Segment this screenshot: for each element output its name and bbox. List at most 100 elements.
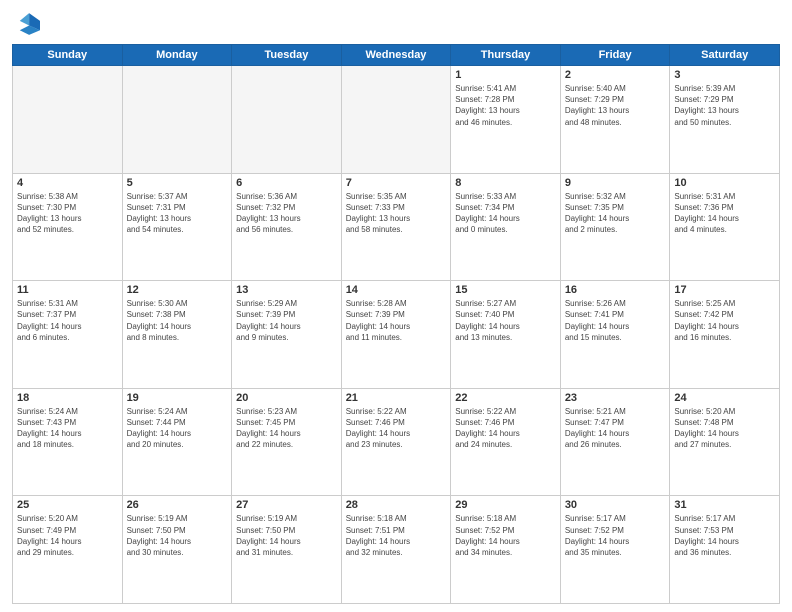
day-number: 18 [17,392,118,404]
day-info: Sunrise: 5:33 AM Sunset: 7:34 PM Dayligh… [455,191,556,236]
day-number: 20 [236,392,337,404]
day-info: Sunrise: 5:36 AM Sunset: 7:32 PM Dayligh… [236,191,337,236]
day-info: Sunrise: 5:35 AM Sunset: 7:33 PM Dayligh… [346,191,447,236]
day-number: 17 [674,284,775,296]
day-number: 1 [455,69,556,81]
day-info: Sunrise: 5:20 AM Sunset: 7:49 PM Dayligh… [17,513,118,558]
day-number: 11 [17,284,118,296]
day-info: Sunrise: 5:22 AM Sunset: 7:46 PM Dayligh… [346,406,447,451]
calendar-cell: 1 Sunrise: 5:41 AM Sunset: 7:28 PM Daylig… [451,66,561,174]
calendar-cell: 28 Sunrise: 5:18 AM Sunset: 7:51 PM Dayli… [341,496,451,604]
day-header-thursday: Thursday [451,45,561,66]
calendar-cell: 7 Sunrise: 5:35 AM Sunset: 7:33 PM Daylig… [341,173,451,281]
day-number: 7 [346,177,447,189]
calendar-cell: 21 Sunrise: 5:22 AM Sunset: 7:46 PM Dayli… [341,388,451,496]
calendar-week-4: 25 Sunrise: 5:20 AM Sunset: 7:49 PM Dayli… [13,496,780,604]
day-number: 26 [127,499,228,511]
calendar-cell: 24 Sunrise: 5:20 AM Sunset: 7:48 PM Dayli… [670,388,780,496]
logo-icon [12,10,40,38]
day-number: 28 [346,499,447,511]
calendar-cell: 11 Sunrise: 5:31 AM Sunset: 7:37 PM Dayli… [13,281,123,389]
day-info: Sunrise: 5:20 AM Sunset: 7:48 PM Dayligh… [674,406,775,451]
calendar-cell: 17 Sunrise: 5:25 AM Sunset: 7:42 PM Dayli… [670,281,780,389]
day-number: 8 [455,177,556,189]
calendar-cell: 19 Sunrise: 5:24 AM Sunset: 7:44 PM Dayli… [122,388,232,496]
header [12,10,780,38]
calendar-cell: 30 Sunrise: 5:17 AM Sunset: 7:52 PM Dayli… [560,496,670,604]
day-number: 13 [236,284,337,296]
day-info: Sunrise: 5:28 AM Sunset: 7:39 PM Dayligh… [346,298,447,343]
day-info: Sunrise: 5:22 AM Sunset: 7:46 PM Dayligh… [455,406,556,451]
page: SundayMondayTuesdayWednesdayThursdayFrid… [0,0,792,612]
day-number: 14 [346,284,447,296]
calendar-cell: 18Sunrise: 5:24 AM Sunset: 7:43 PM Dayli… [13,388,123,496]
day-header-friday: Friday [560,45,670,66]
calendar-cell [232,66,342,174]
calendar-cell: 26Sunrise: 5:19 AM Sunset: 7:50 PM Dayli… [122,496,232,604]
calendar-cell: 13Sunrise: 5:29 AM Sunset: 7:39 PM Dayli… [232,281,342,389]
calendar-cell: 9 Sunrise: 5:32 AM Sunset: 7:35 PM Daylig… [560,173,670,281]
calendar-cell: 27 Sunrise: 5:19 AM Sunset: 7:50 PM Dayli… [232,496,342,604]
day-info: Sunrise: 5:32 AM Sunset: 7:35 PM Dayligh… [565,191,666,236]
calendar-cell: 10Sunrise: 5:31 AM Sunset: 7:36 PM Dayli… [670,173,780,281]
calendar-cell [341,66,451,174]
calendar-week-1: 4 Sunrise: 5:38 AM Sunset: 7:30 PM Daylig… [13,173,780,281]
day-info: Sunrise: 5:38 AM Sunset: 7:30 PM Dayligh… [17,191,118,236]
day-info: Sunrise: 5:18 AM Sunset: 7:52 PM Dayligh… [455,513,556,558]
day-info: Sunrise: 5:37 AM Sunset: 7:31 PM Dayligh… [127,191,228,236]
calendar-week-3: 18Sunrise: 5:24 AM Sunset: 7:43 PM Dayli… [13,388,780,496]
day-info: Sunrise: 5:19 AM Sunset: 7:50 PM Dayligh… [236,513,337,558]
day-number: 2 [565,69,666,81]
day-info: Sunrise: 5:23 AM Sunset: 7:45 PM Dayligh… [236,406,337,451]
day-header-saturday: Saturday [670,45,780,66]
day-number: 15 [455,284,556,296]
day-number: 24 [674,392,775,404]
day-info: Sunrise: 5:30 AM Sunset: 7:38 PM Dayligh… [127,298,228,343]
day-number: 6 [236,177,337,189]
day-number: 27 [236,499,337,511]
day-number: 21 [346,392,447,404]
day-info: Sunrise: 5:18 AM Sunset: 7:51 PM Dayligh… [346,513,447,558]
day-number: 12 [127,284,228,296]
day-number: 30 [565,499,666,511]
day-number: 3 [674,69,775,81]
calendar-cell [122,66,232,174]
calendar-cell: 4 Sunrise: 5:38 AM Sunset: 7:30 PM Daylig… [13,173,123,281]
calendar-cell: 2Sunrise: 5:40 AM Sunset: 7:29 PM Daylig… [560,66,670,174]
day-number: 9 [565,177,666,189]
day-number: 19 [127,392,228,404]
day-info: Sunrise: 5:17 AM Sunset: 7:53 PM Dayligh… [674,513,775,558]
calendar-cell: 3 Sunrise: 5:39 AM Sunset: 7:29 PM Daylig… [670,66,780,174]
day-info: Sunrise: 5:21 AM Sunset: 7:47 PM Dayligh… [565,406,666,451]
calendar-cell: 5 Sunrise: 5:37 AM Sunset: 7:31 PM Daylig… [122,173,232,281]
day-number: 25 [17,499,118,511]
day-info: Sunrise: 5:31 AM Sunset: 7:37 PM Dayligh… [17,298,118,343]
day-header-tuesday: Tuesday [232,45,342,66]
day-info: Sunrise: 5:41 AM Sunset: 7:28 PM Dayligh… [455,83,556,128]
day-number: 5 [127,177,228,189]
calendar-cell: 14 Sunrise: 5:28 AM Sunset: 7:39 PM Dayli… [341,281,451,389]
day-number: 4 [17,177,118,189]
day-number: 10 [674,177,775,189]
calendar-cell: 12 Sunrise: 5:30 AM Sunset: 7:38 PM Dayli… [122,281,232,389]
calendar-cell [13,66,123,174]
calendar-cell: 20 Sunrise: 5:23 AM Sunset: 7:45 PM Dayli… [232,388,342,496]
day-info: Sunrise: 5:24 AM Sunset: 7:44 PM Dayligh… [127,406,228,451]
day-header-wednesday: Wednesday [341,45,451,66]
day-info: Sunrise: 5:25 AM Sunset: 7:42 PM Dayligh… [674,298,775,343]
logo [12,10,44,38]
calendar-cell: 6 Sunrise: 5:36 AM Sunset: 7:32 PM Daylig… [232,173,342,281]
calendar-cell: 22Sunrise: 5:22 AM Sunset: 7:46 PM Dayli… [451,388,561,496]
day-info: Sunrise: 5:39 AM Sunset: 7:29 PM Dayligh… [674,83,775,128]
day-info: Sunrise: 5:27 AM Sunset: 7:40 PM Dayligh… [455,298,556,343]
calendar-week-0: 1 Sunrise: 5:41 AM Sunset: 7:28 PM Daylig… [13,66,780,174]
calendar-cell: 29Sunrise: 5:18 AM Sunset: 7:52 PM Dayli… [451,496,561,604]
day-info: Sunrise: 5:26 AM Sunset: 7:41 PM Dayligh… [565,298,666,343]
day-number: 31 [674,499,775,511]
calendar-week-2: 11 Sunrise: 5:31 AM Sunset: 7:37 PM Dayli… [13,281,780,389]
day-info: Sunrise: 5:17 AM Sunset: 7:52 PM Dayligh… [565,513,666,558]
day-number: 23 [565,392,666,404]
day-header-monday: Monday [122,45,232,66]
calendar-cell: 25 Sunrise: 5:20 AM Sunset: 7:49 PM Dayli… [13,496,123,604]
calendar-header-row: SundayMondayTuesdayWednesdayThursdayFrid… [13,45,780,66]
